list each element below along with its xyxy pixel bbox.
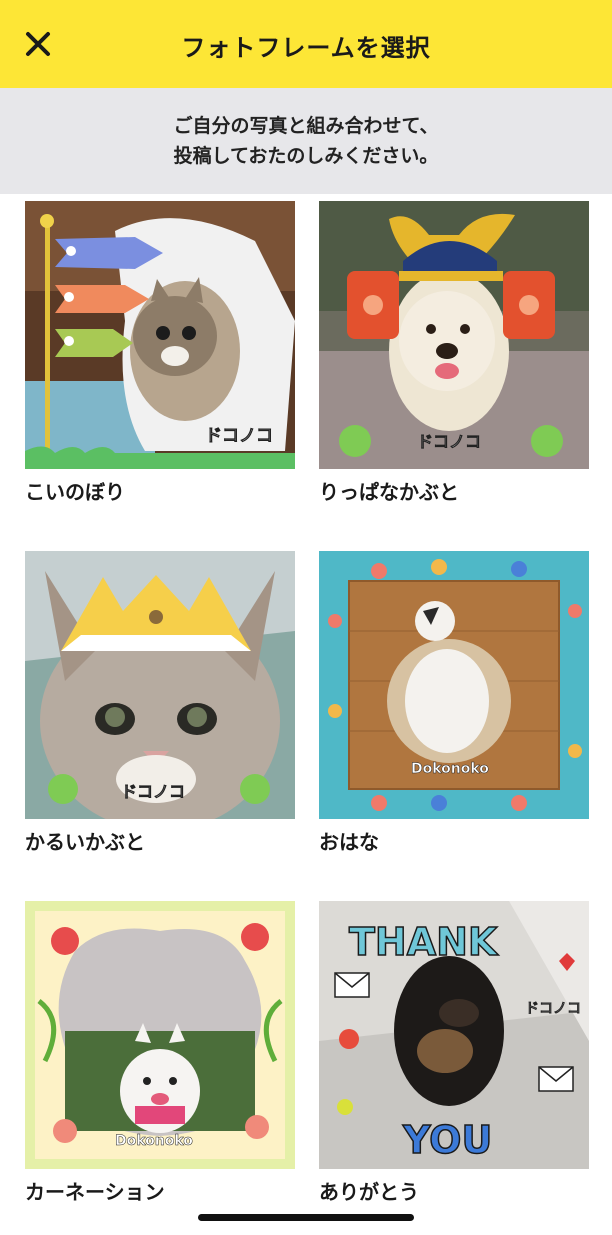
frame-thumbnail[interactable]: Dokonoko [25, 901, 295, 1169]
watermark: ドコノコ [525, 1001, 581, 1017]
koinobori-frame-image: ドコノコ [25, 201, 295, 469]
frame-card-carnation[interactable]: Dokonoko カーネーション [25, 901, 295, 1205]
instruction-line-2: 投稿しておたのしみください。 [173, 145, 439, 167]
you-text: YOU [402, 1118, 492, 1162]
frame-thumbnail[interactable]: ドコノコ [319, 201, 589, 469]
frame-label: こいのぼり [25, 480, 125, 504]
frame-card-ohana[interactable]: Dokonoko おはな [319, 551, 589, 855]
watermark: Dokonoko [411, 761, 489, 777]
rippa-kabuto-frame-image: ドコノコ [319, 201, 589, 469]
instruction-line-1: ご自分の写真と組み合わせて、 [173, 115, 439, 137]
frame-label: おはな [319, 830, 379, 854]
watermark: Dokonoko [115, 1133, 193, 1149]
frame-label: カーネーション [25, 1180, 165, 1204]
page-title: フォトフレームを選択 [181, 34, 431, 62]
frame-card-karui-kabuto[interactable]: ドコノコ かるいかぶと [25, 551, 295, 855]
frame-card-rippa-kabuto[interactable]: ドコノコ りっぱなかぶと [319, 201, 589, 505]
watermark: ドコノコ [205, 426, 273, 446]
frame-thumbnail[interactable]: ドコノコ [25, 201, 295, 469]
arigatou-frame-image: THANK YOU ドコノコ [319, 901, 589, 1169]
frame-card-koinobori[interactable]: ドコノコ こいのぼり [25, 201, 295, 505]
frame-label: ありがとう [319, 1180, 419, 1204]
watermark: ドコノコ [121, 782, 185, 801]
frame-card-arigatou[interactable]: THANK YOU ドコノコ ありがとう [319, 901, 589, 1205]
frame-thumbnail[interactable]: THANK YOU ドコノコ [319, 901, 589, 1169]
frame-thumbnail[interactable]: Dokonoko [319, 551, 589, 819]
carnation-frame-image: Dokonoko [25, 901, 295, 1169]
top-bar: フォトフレームを選択 [0, 0, 612, 88]
home-indicator[interactable] [198, 1214, 414, 1221]
watermark: ドコノコ [417, 432, 481, 451]
ohana-frame-image: Dokonoko [319, 551, 589, 819]
frame-label: りっぱなかぶと [319, 480, 459, 504]
frame-thumbnail[interactable]: ドコノコ [25, 551, 295, 819]
thank-text: THANK [349, 920, 499, 964]
karui-kabuto-frame-image: ドコノコ [25, 551, 295, 819]
frame-label: かるいかぶと [25, 830, 145, 854]
instruction-banner: ご自分の写真と組み合わせて、 投稿しておたのしみください。 [0, 88, 612, 194]
